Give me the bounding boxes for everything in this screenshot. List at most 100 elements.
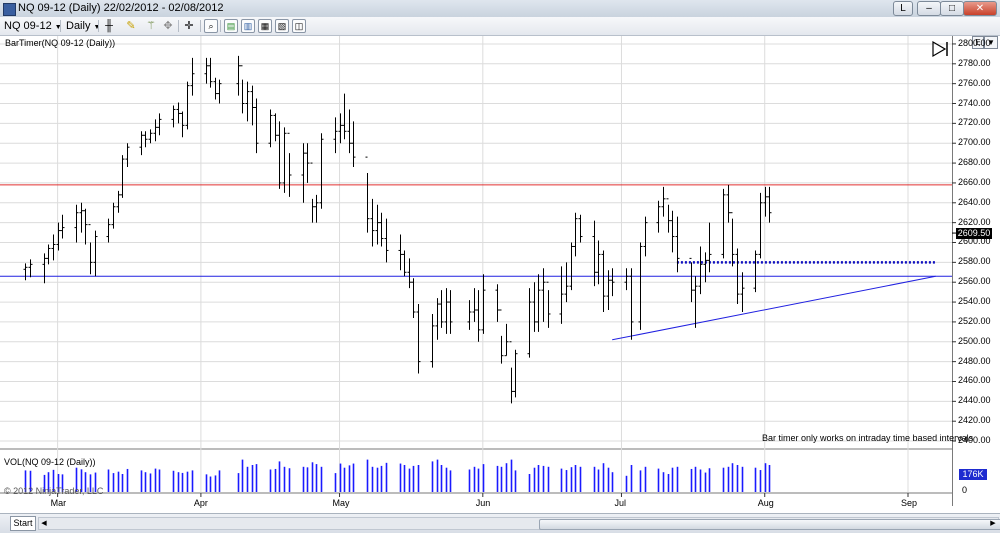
ohlc-bar <box>93 230 98 277</box>
date-tick-label: Aug <box>757 498 774 508</box>
volume-tag: 176K <box>959 469 987 480</box>
ohlc-bar <box>185 81 190 130</box>
ohlc-bar <box>740 272 745 312</box>
volume-axis-zero: 0 <box>962 485 968 495</box>
price-tick-label: 2740.00 <box>958 97 991 108</box>
magic-wand-icon[interactable]: ⚚ <box>144 19 158 33</box>
ohlc-bar <box>379 212 384 247</box>
volume-panel-label: VOL(NQ 09-12 (Daily)) <box>4 457 96 467</box>
ohlc-bar <box>670 210 675 253</box>
ohlc-bar <box>143 131 148 148</box>
ohlc-bar <box>83 208 88 245</box>
ohlc-bar <box>444 288 449 334</box>
ohlc-bar <box>88 224 93 275</box>
maximize-button[interactable]: □ <box>940 1 964 16</box>
date-tick-label: Jul <box>614 498 626 508</box>
ohlc-bar <box>213 77 218 100</box>
ohlc-bar <box>559 266 564 324</box>
price-tick-label: 2800.00 <box>958 37 991 48</box>
ohlc-bar <box>573 212 578 257</box>
ohlc-bar <box>536 274 541 332</box>
toolbar-divider <box>220 20 221 32</box>
date-tick-label: Jun <box>475 498 491 508</box>
ohlc-bar <box>120 155 125 198</box>
price-tick-label: 2540.00 <box>958 296 991 307</box>
price-tick-label: 2500.00 <box>958 335 991 346</box>
ohlc-bar <box>273 113 278 142</box>
ohlc-bar <box>730 212 735 267</box>
crosshair-icon[interactable]: ✛ <box>182 19 196 33</box>
close-button[interactable]: ✕ <box>963 1 997 16</box>
ohlc-bar <box>51 234 56 261</box>
ohlc-bar <box>624 268 629 291</box>
scroll-left-icon[interactable]: ◀ <box>39 519 49 528</box>
ohlc-bar <box>416 304 421 374</box>
ohlc-bar <box>204 57 209 84</box>
price-tick-label: 2640.00 <box>958 196 991 207</box>
price-tick-label: 2480.00 <box>958 355 991 366</box>
strategies-icon[interactable]: ▦ <box>258 19 272 33</box>
drawing-tools-icon[interactable]: ✥ <box>161 19 175 33</box>
ohlc-bar <box>268 109 273 148</box>
interval-selector[interactable]: Daily ▼ <box>66 19 100 33</box>
price-chart[interactable] <box>0 36 1000 532</box>
ohlc-bar <box>74 204 79 243</box>
trend-line <box>612 275 936 341</box>
indicator-label: BarTimer(NQ 09-12 (Daily)) <box>5 38 116 48</box>
data-box-icon[interactable]: ▧ <box>275 19 289 33</box>
ohlc-bar <box>342 93 347 140</box>
chart-toolbar: NQ 09-12 ▼ Daily ▼ ╫ ✎ ⚚ ✥ ✛ ⌕ ▤ ▥ ▦ ▧ ◫ <box>0 17 1000 36</box>
horizontal-scrollbar[interactable]: ◀ ▶ <box>38 517 1000 530</box>
toolbar-divider <box>200 20 201 32</box>
ohlc-bar <box>42 253 47 284</box>
ohlc-bar <box>384 218 389 263</box>
ohlc-bar <box>629 268 634 340</box>
bottom-bar: Start ◀ ▶ <box>0 513 1000 533</box>
start-tab[interactable]: Start <box>10 516 36 531</box>
date-tick-label: Apr <box>193 498 208 508</box>
chart-properties-icon[interactable]: ▤ <box>224 19 238 33</box>
instrument-selector[interactable]: NQ 09-12 ▼ <box>4 19 62 33</box>
indicators-icon[interactable]: ▥ <box>241 19 255 33</box>
price-tick-label: 2420.00 <box>958 415 991 426</box>
ohlc-bar <box>569 242 574 291</box>
scroll-right-icon[interactable]: ▶ <box>988 519 998 528</box>
ohlc-bar <box>250 85 255 126</box>
bar-style-icon[interactable]: ╫ <box>102 19 116 33</box>
ohlc-bar <box>79 202 84 233</box>
minimize-button[interactable]: – <box>917 1 941 16</box>
price-tick-label: 2660.00 <box>958 176 991 187</box>
ohlc-bar <box>513 349 518 398</box>
ohlc-bar <box>472 288 477 322</box>
scroll-thumb[interactable] <box>539 519 1000 530</box>
ohlc-bar <box>277 121 282 189</box>
ohlc-bar <box>481 274 486 334</box>
ohlc-bar <box>509 341 514 404</box>
ohlc-bar <box>689 257 694 303</box>
ohlc-bar <box>656 200 661 233</box>
ohlc-bar <box>666 198 671 233</box>
ohlc-bar <box>365 156 370 233</box>
ohlc-bar <box>254 98 259 154</box>
ohlc-bar <box>153 119 158 142</box>
ohlc-bar <box>375 204 380 245</box>
price-tick-label: 2600.00 <box>958 236 991 247</box>
ohlc-bar <box>661 186 666 217</box>
price-tick-label: 2440.00 <box>958 395 991 406</box>
price-tick-label: 2560.00 <box>958 276 991 287</box>
zoom-icon[interactable]: ⌕ <box>204 19 218 33</box>
ohlc-bar <box>763 186 768 217</box>
ohlc-bar <box>171 105 176 128</box>
bar-timer-note: Bar timer only works on intraday time ba… <box>762 433 974 443</box>
ohlc-bar <box>578 214 583 243</box>
snapshot-icon[interactable]: ◫ <box>292 19 306 33</box>
price-tick-label: 2520.00 <box>958 315 991 326</box>
layout-button[interactable]: L <box>893 1 913 16</box>
ohlc-bar <box>527 288 532 358</box>
ohlc-bar <box>495 284 500 322</box>
ohlc-bar <box>60 214 65 239</box>
ohlc-bar <box>148 129 153 144</box>
pencil-draw-icon[interactable]: ✎ <box>124 19 138 33</box>
ohlc-bar <box>351 121 356 168</box>
ohlc-bar <box>411 278 416 318</box>
